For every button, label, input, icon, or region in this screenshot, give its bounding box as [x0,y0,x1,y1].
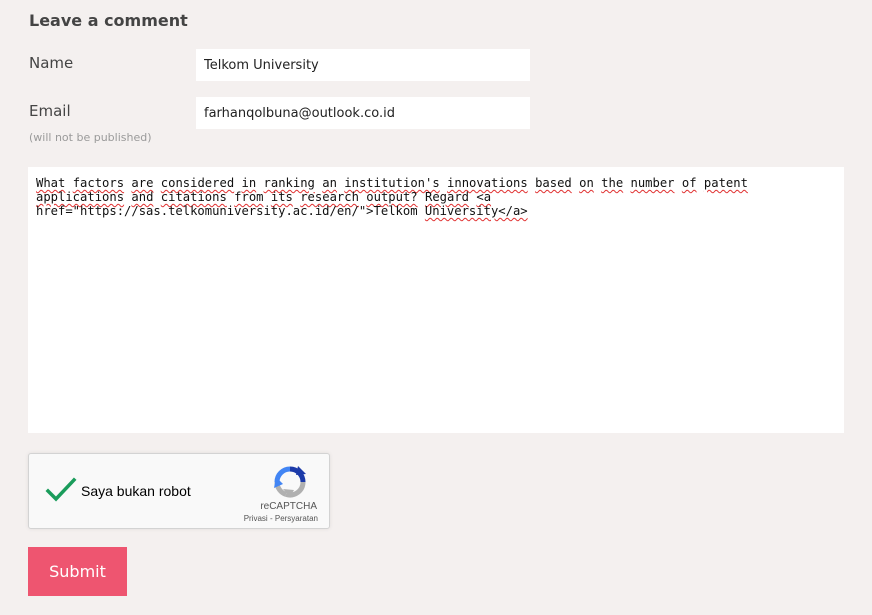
comment-word: number [630,176,675,190]
comment-word: Regard [424,190,470,204]
recaptcha-widget: Saya bukan robot reCAPTCHA Privasi - Per… [28,453,330,529]
comment-word: on [579,176,594,190]
comment-word: <a [476,190,492,204]
comment-word: citations [160,190,227,204]
comment-word: innovations [447,176,528,190]
comment-word: its [270,190,293,204]
email-field[interactable] [196,97,530,129]
comment-word: and [131,190,154,204]
comment-word: based [535,176,572,190]
email-label: Email [29,102,71,120]
comment-word: output? [366,190,418,204]
name-label: Name [29,54,74,72]
comment-word: from [234,190,264,204]
name-field[interactable] [196,49,530,81]
comment-form: Leave a comment Name Email (will not be … [0,0,872,615]
email-hint: (will not be published) [29,131,152,144]
comment-word: in [241,176,257,190]
comment-word: factors [72,176,125,190]
comment-word: the [601,176,624,190]
comment-word: What [36,176,66,190]
comment-textarea[interactable]: What factors are considered in ranking a… [28,167,844,433]
submit-button[interactable]: Submit [28,547,127,596]
privacy-link[interactable]: Privasi [244,514,268,523]
comment-word: patent [703,176,748,190]
form-heading: Leave a comment [29,11,188,30]
terms-link[interactable]: Persyaratan [275,514,318,523]
comment-word: applications [36,190,125,204]
comment-word: institution's [344,176,440,190]
comment-word: research [300,190,359,204]
comment-word: University</a> [424,204,528,218]
recaptcha-links: Privasi - Persyaratan [244,514,318,523]
comment-word: considered [160,176,235,190]
checkmark-icon[interactable] [45,476,77,504]
comment-word: an [322,176,337,190]
not-robot-label: Saya bukan robot [81,483,191,499]
recaptcha-logo-icon [274,466,306,498]
links-separator: - [269,514,273,523]
comment-word: ranking [263,176,315,190]
comment-word: href="https://sas.telkomuniversity.ac.id… [36,204,418,218]
comment-word: are [131,176,154,190]
comment-word: of [681,176,697,190]
recaptcha-brand: reCAPTCHA [260,501,317,512]
